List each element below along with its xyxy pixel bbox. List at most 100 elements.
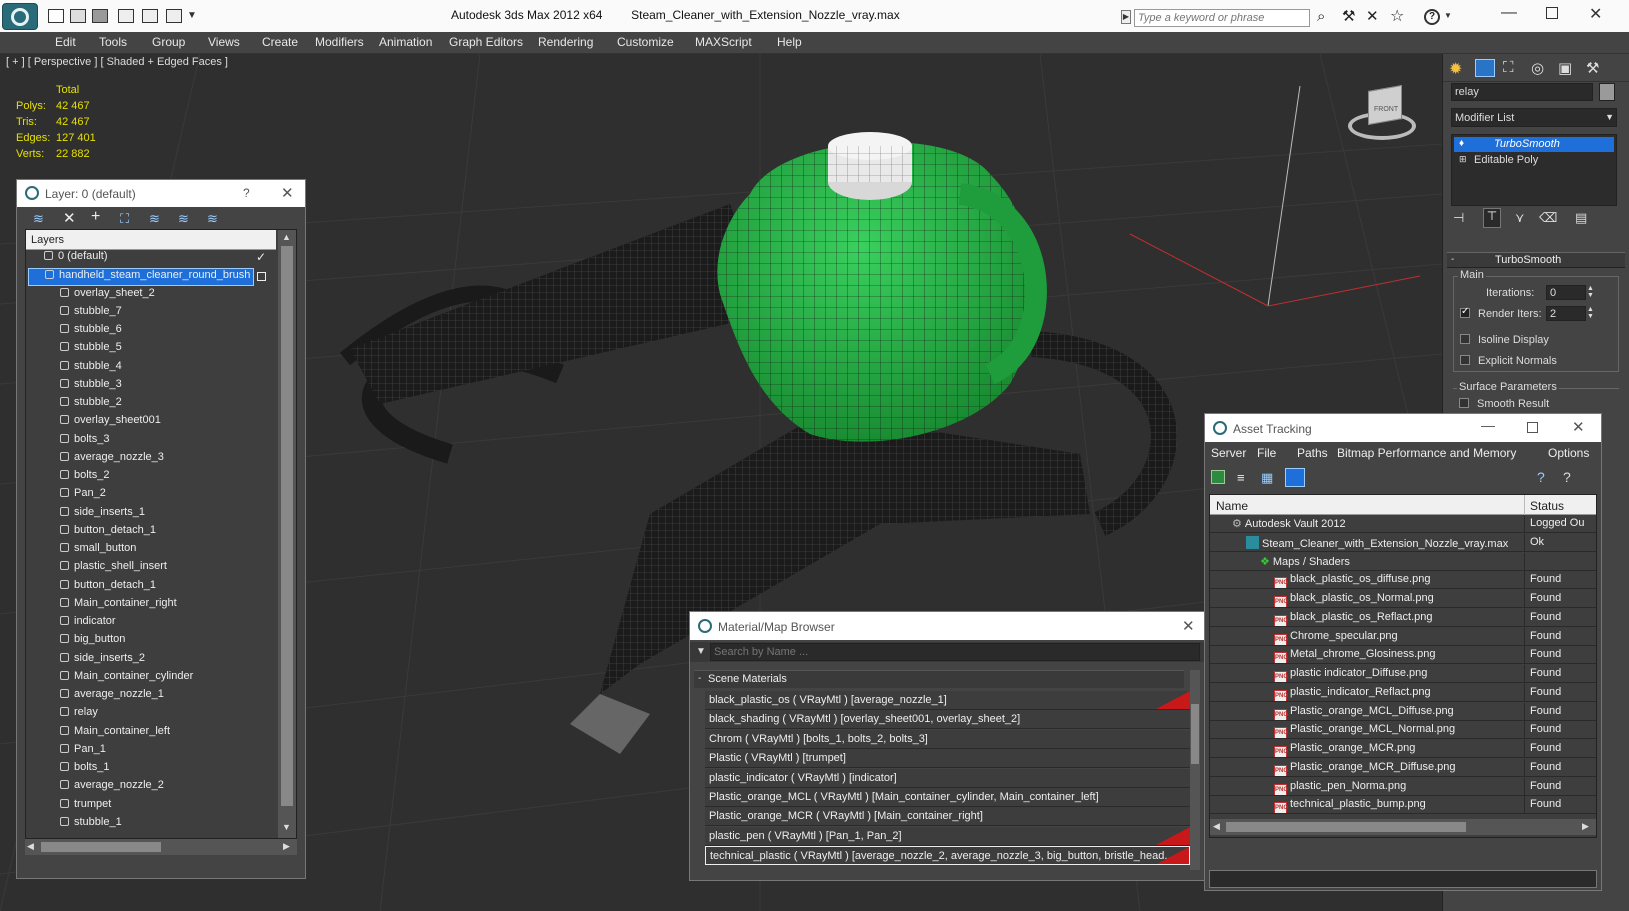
asset-row[interactable]: PNG Chrome_specular.png Found <box>1210 627 1596 646</box>
select-objects-icon[interactable]: ⛶ <box>120 211 129 227</box>
create-tab-icon[interactable]: ✹ <box>1449 59 1462 79</box>
binoculars-icon[interactable]: ⌕ <box>1317 8 1325 25</box>
refresh-icon[interactable] <box>1211 470 1225 484</box>
explicit-normals-checkbox[interactable] <box>1460 355 1470 365</box>
layer-object-item[interactable]: plastic_shell_insert <box>60 560 167 578</box>
asset-row[interactable]: PNG Plastic_orange_MCR_Diffuse.png Found <box>1210 758 1596 777</box>
horizontal-scrollbar[interactable]: ◀ ▶ <box>25 839 297 855</box>
scrollbar-thumb[interactable] <box>1226 822 1466 832</box>
layer-object-item[interactable]: Main_container_left <box>60 725 170 743</box>
layer-object-item[interactable]: stubble_5 <box>60 341 122 359</box>
layer-object-item[interactable]: bolts_2 <box>60 469 109 487</box>
menu-group[interactable]: Group <box>152 35 185 49</box>
col-name-header[interactable]: Name <box>1216 499 1248 513</box>
help-search-input[interactable] <box>1134 9 1310 27</box>
table-view-icon[interactable] <box>1285 468 1305 487</box>
viewport-label[interactable]: [ + ] [ Perspective ] [ Shaded + Edged F… <box>6 56 228 68</box>
layer-object-item[interactable]: stubble_3 <box>60 378 122 396</box>
chevron-down-icon[interactable]: ▼ <box>696 646 706 657</box>
layer-object-item[interactable]: bolts_1 <box>60 761 109 779</box>
asset-menu-server[interactable]: Server <box>1211 446 1246 460</box>
modify-tab-icon[interactable] <box>1475 59 1495 77</box>
menu-rendering[interactable]: Rendering <box>538 35 593 49</box>
layer-object-item[interactable]: Pan_1 <box>60 743 106 761</box>
delete-layer-icon[interactable]: ✕ <box>63 209 76 227</box>
asset-row[interactable]: PNG black_plastic_os_Normal.png Found <box>1210 590 1596 608</box>
help-button[interactable]: ? <box>243 186 250 200</box>
view-cube-label[interactable]: FRONT <box>1374 106 1398 113</box>
chevron-right-icon[interactable]: ▶ <box>283 841 290 852</box>
object-color-swatch[interactable] <box>1599 83 1615 101</box>
chevron-down-icon[interactable]: ▼ <box>282 822 291 832</box>
asset-tracking-titlebar[interactable]: Asset Tracking — ✕ <box>1205 414 1601 442</box>
smooth-result-checkbox[interactable] <box>1459 398 1469 408</box>
layer-object-item[interactable]: overlay_sheet001 <box>60 414 161 432</box>
pin-stack-icon[interactable]: ⊣ <box>1453 210 1464 226</box>
menu-maxscript[interactable]: MAXScript <box>695 35 752 49</box>
menu-modifiers[interactable]: Modifiers <box>315 35 364 49</box>
spinner-arrows-icon[interactable]: ▲ ▼ <box>1587 285 1594 299</box>
chevron-left-icon[interactable]: ◀ <box>1213 821 1220 832</box>
asset-row[interactable]: PNG plastic_indicator_Reflact.png Found <box>1210 683 1596 702</box>
minimize-icon[interactable]: — <box>1481 417 1495 433</box>
scene-materials-header[interactable]: - Scene Materials <box>694 670 1184 688</box>
asset-row[interactable]: PNG plastic indicator_Diffuse.png Found <box>1210 665 1596 683</box>
scrollbar-thumb[interactable] <box>41 842 161 852</box>
layer-object-item[interactable]: Pan_2 <box>60 487 106 505</box>
save-icon[interactable] <box>92 9 108 23</box>
object-name-field[interactable] <box>1451 83 1593 101</box>
layer-object-item[interactable]: stubble_7 <box>60 305 122 323</box>
layer-object-item[interactable]: overlay_sheet_2 <box>60 287 155 305</box>
menu-tools[interactable]: Tools <box>99 35 127 49</box>
maximize-icon[interactable] <box>1527 422 1538 433</box>
current-layer-check-icon[interactable]: ✓ <box>256 250 266 264</box>
col-status-header[interactable]: Status <box>1530 499 1564 513</box>
highlight-layer-icon[interactable]: ≋ <box>149 211 160 227</box>
chevron-right-icon[interactable]: ▶ <box>1582 821 1589 832</box>
layer-object-item[interactable]: Main_container_cylinder <box>60 670 193 688</box>
asset-row[interactable]: PNG Metal_chrome_Glosiness.png Found <box>1210 646 1596 665</box>
utilities-tab-icon[interactable]: ⚒ <box>1586 59 1599 77</box>
layer-object-item[interactable]: Main_container_right <box>60 597 177 615</box>
layer-object-item[interactable]: average_nozzle_1 <box>60 688 164 706</box>
layers-tree[interactable]: Layers 0 (default) ✓ handheld_steam_cleane… <box>25 229 297 839</box>
layer-object-item[interactable]: side_inserts_2 <box>60 652 145 670</box>
search-input[interactable] <box>710 643 1200 661</box>
scrollbar-thumb[interactable] <box>281 246 293 806</box>
make-unique-icon[interactable]: ⋎ <box>1515 210 1525 226</box>
close-icon[interactable]: ✕ <box>1572 418 1585 436</box>
layer-object-item[interactable]: big_button <box>60 633 125 651</box>
collapse-icon[interactable]: - <box>698 673 701 684</box>
display-tab-icon[interactable]: ▣ <box>1558 59 1572 77</box>
material-row-selected[interactable]: technical_plastic ( VRayMtl ) [average_n… <box>705 846 1190 866</box>
asset-path-field[interactable] <box>1209 870 1597 888</box>
spinner-arrows-icon[interactable]: ▲ ▼ <box>1587 306 1594 320</box>
layer-object-item[interactable]: side_inserts_1 <box>60 506 145 524</box>
project-icon[interactable] <box>166 9 182 23</box>
stack-item-turbosmooth[interactable]: ♦ TurboSmooth <box>1454 137 1614 152</box>
minimize-icon[interactable]: — <box>1501 4 1517 22</box>
layer-object-item[interactable]: trumpet <box>60 798 111 816</box>
material-row[interactable]: black_shading ( VRayMtl ) [overlay_sheet… <box>705 710 1190 730</box>
asset-row[interactable]: PNG Plastic_orange_MCL_Diffuse.png Found <box>1210 702 1596 721</box>
material-row[interactable]: Plastic ( VRayMtl ) [trumpet] <box>705 749 1190 769</box>
layer-selected[interactable]: handheld_steam_cleaner_round_brush <box>28 268 254 287</box>
material-row[interactable]: plastic_pen ( VRayMtl ) [Pan_1, Pan_2] <box>705 826 1190 846</box>
layer-object-item[interactable]: stubble_6 <box>60 323 122 341</box>
layer-object-item[interactable]: stubble_1 <box>60 816 122 834</box>
material-row[interactable]: Plastic_orange_MCR ( VRayMtl ) [Main_con… <box>705 807 1190 827</box>
iterations-spinner[interactable]: 0 <box>1546 285 1586 300</box>
close-icon[interactable]: ✕ <box>1589 4 1602 24</box>
redo-icon[interactable] <box>142 9 158 23</box>
asset-row[interactable]: Steam_Cleaner_with_Extension_Nozzle_vray… <box>1210 533 1596 552</box>
layer-default[interactable]: 0 (default) <box>44 250 108 268</box>
motion-tab-icon[interactable]: ◎ <box>1531 59 1544 77</box>
scrollbar-thumb[interactable] <box>1191 704 1199 764</box>
app-logo-icon[interactable] <box>2 3 38 30</box>
material-browser-titlebar[interactable]: Material/Map Browser ✕ <box>690 612 1204 640</box>
set-current-box-icon[interactable] <box>257 272 266 282</box>
material-row[interactable]: black_plastic_os ( VRayMtl ) [average_no… <box>705 691 1190 710</box>
layer-object-item[interactable]: indicator <box>60 615 116 633</box>
modifier-list-dropdown[interactable]: Modifier List ▼ <box>1451 108 1617 127</box>
asset-row[interactable]: PNG black_plastic_os_diffuse.png Found <box>1210 571 1596 590</box>
